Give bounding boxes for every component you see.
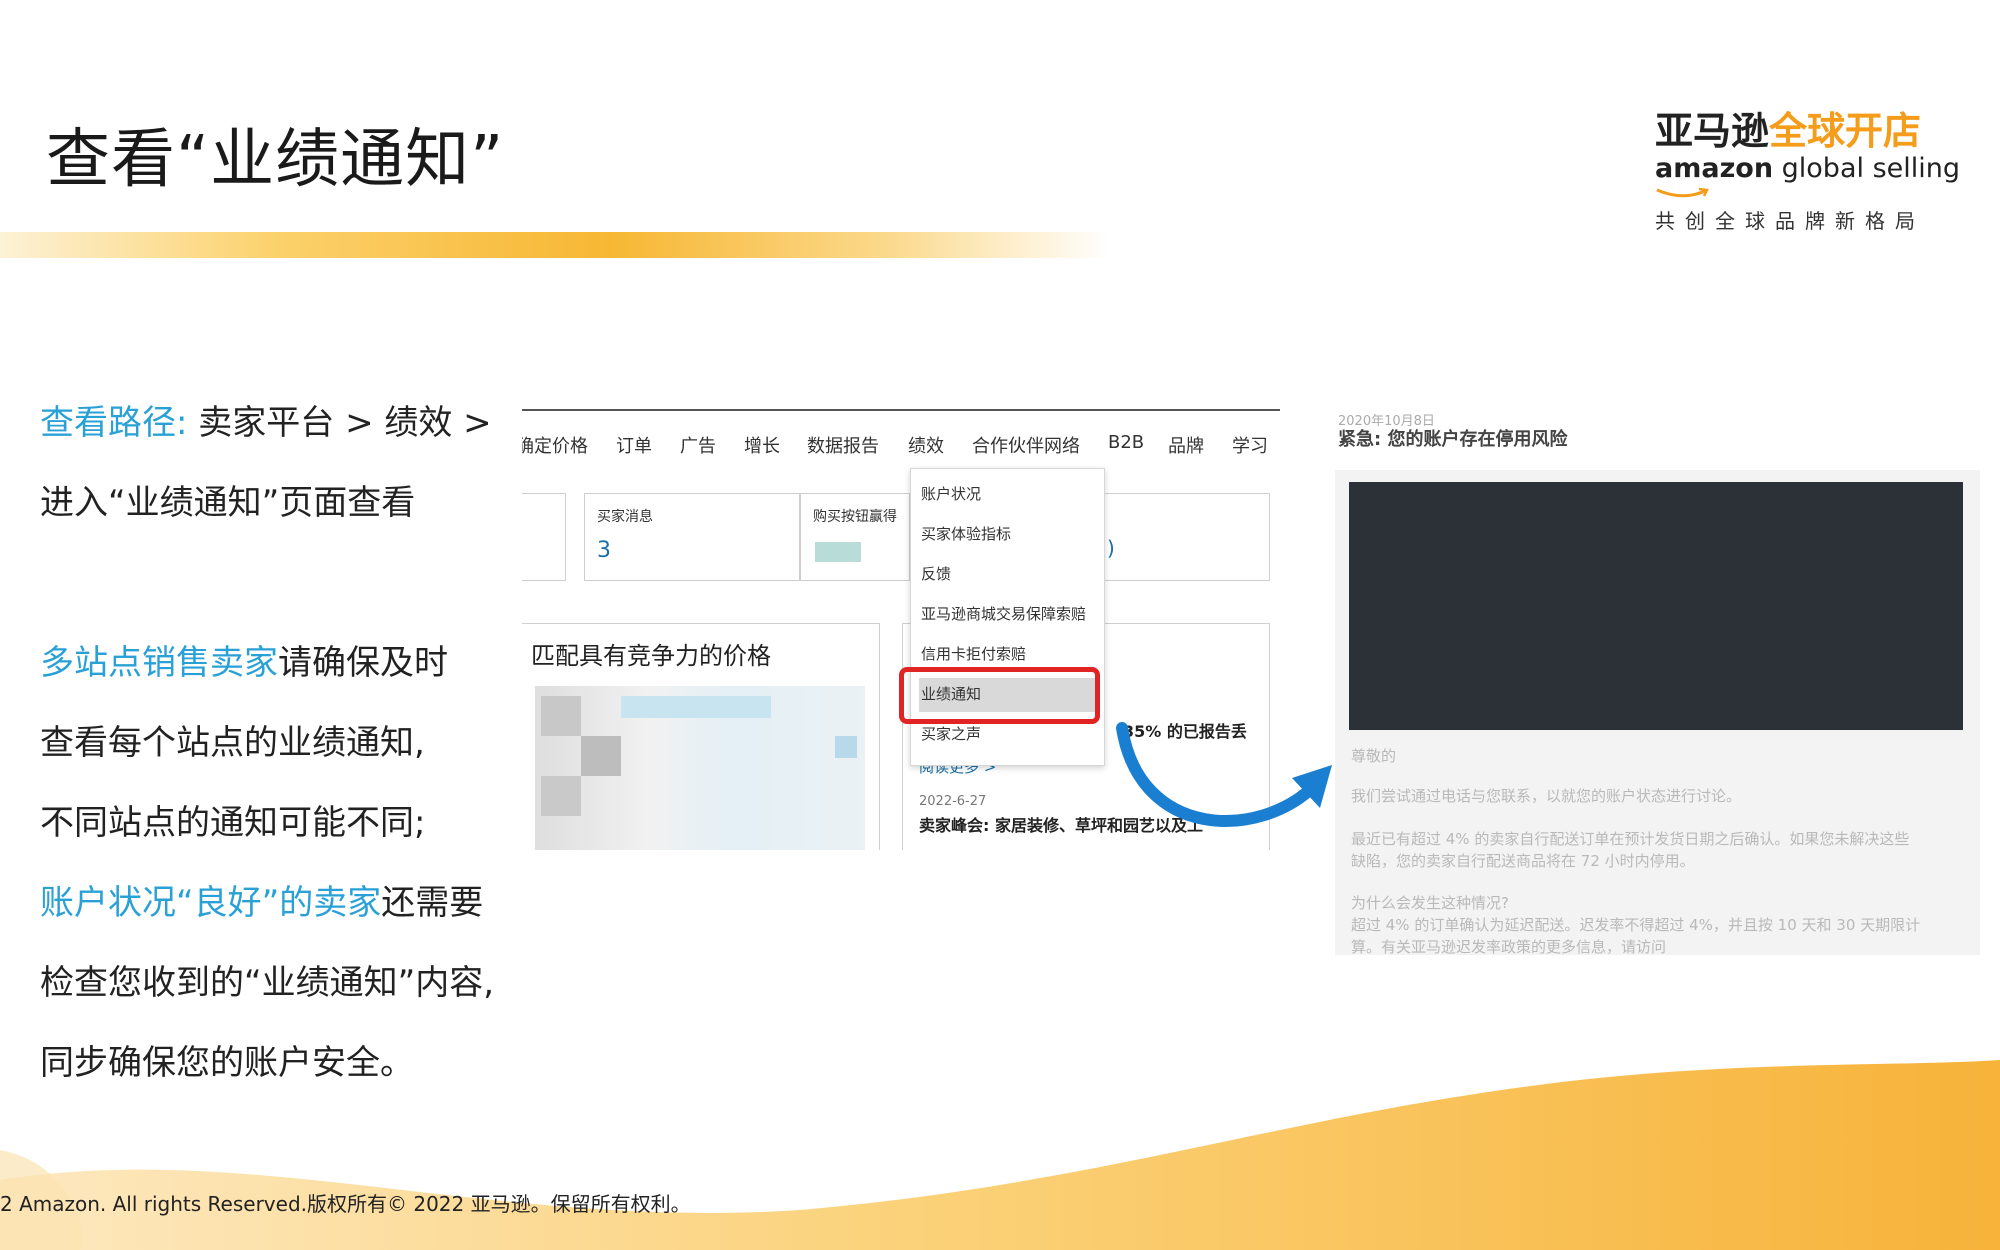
email-body-2a: 最近已有超过 4% 的卖家自行配送订单在预计发货日期之后确认。如果您未解决这些 xyxy=(1351,830,1910,848)
para2-rest: 还需要 xyxy=(381,883,484,923)
nav-pricing[interactable]: 确定价格 xyxy=(522,432,588,458)
logo-tagline: 共创全球品牌新格局 xyxy=(1655,209,1925,233)
para1-line-2: 查看每个站点的业绩通知, xyxy=(40,723,425,763)
nav-growth[interactable]: 增长 xyxy=(744,432,780,458)
para2-line-1: 账户状况“良好”的卖家还需要 xyxy=(40,875,483,924)
blurred-product-image xyxy=(535,686,865,850)
competitive-price-card[interactable]: 匹配具有竞争力的价格 xyxy=(522,623,880,850)
menu-item-account-health[interactable]: 账户状况 xyxy=(921,483,981,504)
nav-partner-network[interactable]: 合作伙伴网络 xyxy=(972,432,1080,458)
curved-arrow-icon xyxy=(1116,722,1332,827)
para1-line-1: 多站点销售卖家请确保及时 xyxy=(40,635,448,684)
news-date: 2022-6-27 xyxy=(919,794,987,809)
page-title: 查看“业绩通知” xyxy=(46,123,505,197)
nav-advertising[interactable]: 广告 xyxy=(680,432,716,458)
copyright-footer: 2 Amazon. All rights Reserved.版权所有© 2022… xyxy=(0,1192,691,1216)
logo-en-light: global selling xyxy=(1773,153,1961,184)
buyer-messages-count: 3 xyxy=(597,538,611,563)
screenshot-top-rule xyxy=(522,409,1280,411)
logo-cn-dark: 亚马逊 xyxy=(1655,109,1770,153)
card-partial-digit: ) xyxy=(1107,536,1115,560)
menu-item-customer-metrics[interactable]: 买家体验指标 xyxy=(921,523,1011,544)
menu-item-a-to-z-claims[interactable]: 亚马逊商城交易保障索赔 xyxy=(921,603,1086,624)
email-body-4b: 算。有关亚马逊迟发率政策的更多信息，请访问 xyxy=(1351,938,1667,956)
email-header-image xyxy=(1349,482,1963,730)
nav-reports[interactable]: 数据报告 xyxy=(807,432,879,458)
nav-b2b[interactable]: B2B xyxy=(1108,432,1144,453)
highlight-box xyxy=(899,667,1100,724)
bottom-wave-decoration xyxy=(0,1060,2000,1250)
email-greeting: 尊敬的 xyxy=(1351,747,1397,765)
nav-brands[interactable]: 品牌 xyxy=(1168,432,1204,458)
logo-en-bold: amazon xyxy=(1655,153,1774,184)
nav-orders[interactable]: 订单 xyxy=(616,432,652,458)
email-body-4a: 超过 4% 的订单确认为延迟配送。迟发率不得超过 4%，并且按 10 天和 30… xyxy=(1351,916,1921,934)
buybox-value-blurred xyxy=(815,542,861,562)
para2-highlight: 账户状况“良好”的卖家 xyxy=(40,883,382,923)
email-notification-card: 尊敬的 我们尝试通过电话与您联系，以就您的账户状态进行讨论。 最近已有超过 4%… xyxy=(1335,470,1980,956)
buybox-label: 购买按钮赢得 xyxy=(813,509,897,525)
buyer-messages-card[interactable]: 买家消息 3 xyxy=(584,493,800,581)
menu-item-chargeback-claims[interactable]: 信用卡拒付索赔 xyxy=(921,643,1026,664)
buybox-card[interactable]: 购买按钮赢得 xyxy=(800,493,910,581)
summary-card-right: ) xyxy=(1104,493,1270,581)
summary-card-left xyxy=(522,493,566,581)
logo-cn-orange: 全球开店 xyxy=(1769,109,1922,153)
para1-highlight: 多站点销售卖家 xyxy=(40,643,278,683)
email-body-1: 我们尝试通过电话与您联系，以就您的账户状态进行讨论。 xyxy=(1351,787,1742,805)
title-underline-bar xyxy=(0,232,1110,258)
para2-line-2: 检查您收到的“业绩通知”内容, xyxy=(40,963,495,1003)
path-line-2: 进入“业绩通知”页面查看 xyxy=(40,483,416,523)
path-value: 卖家平台 > 绩效 > xyxy=(187,403,492,443)
path-line-1: 查看路径: 卖家平台 > 绩效 > xyxy=(40,395,492,444)
amazon-global-selling-logo: 亚马逊全球开店 amazon global selling 共创全球品牌新格局 xyxy=(1655,100,1960,233)
menu-item-feedback[interactable]: 反馈 xyxy=(921,563,951,584)
buyer-messages-label: 买家消息 xyxy=(597,509,653,525)
nav-learn[interactable]: 学习 xyxy=(1232,432,1268,458)
email-body-3: 为什么会发生这种情况? xyxy=(1351,894,1509,912)
email-body-2b: 缺陷，您的卖家自行配送商品将在 72 小时内停用。 xyxy=(1351,852,1695,870)
competitive-price-title: 匹配具有竞争力的价格 xyxy=(531,642,771,670)
para1-line-3: 不同站点的通知可能不同; xyxy=(40,803,426,843)
menu-item-voice-of-customer[interactable]: 买家之声 xyxy=(921,723,981,744)
path-label: 查看路径: xyxy=(40,403,188,443)
para1-rest: 请确保及时 xyxy=(278,643,448,683)
nav-performance[interactable]: 绩效 xyxy=(908,432,944,458)
amazon-smile-icon xyxy=(1656,187,1709,198)
email-subject: 紧急: 您的账户存在停用风险 xyxy=(1338,429,1568,450)
